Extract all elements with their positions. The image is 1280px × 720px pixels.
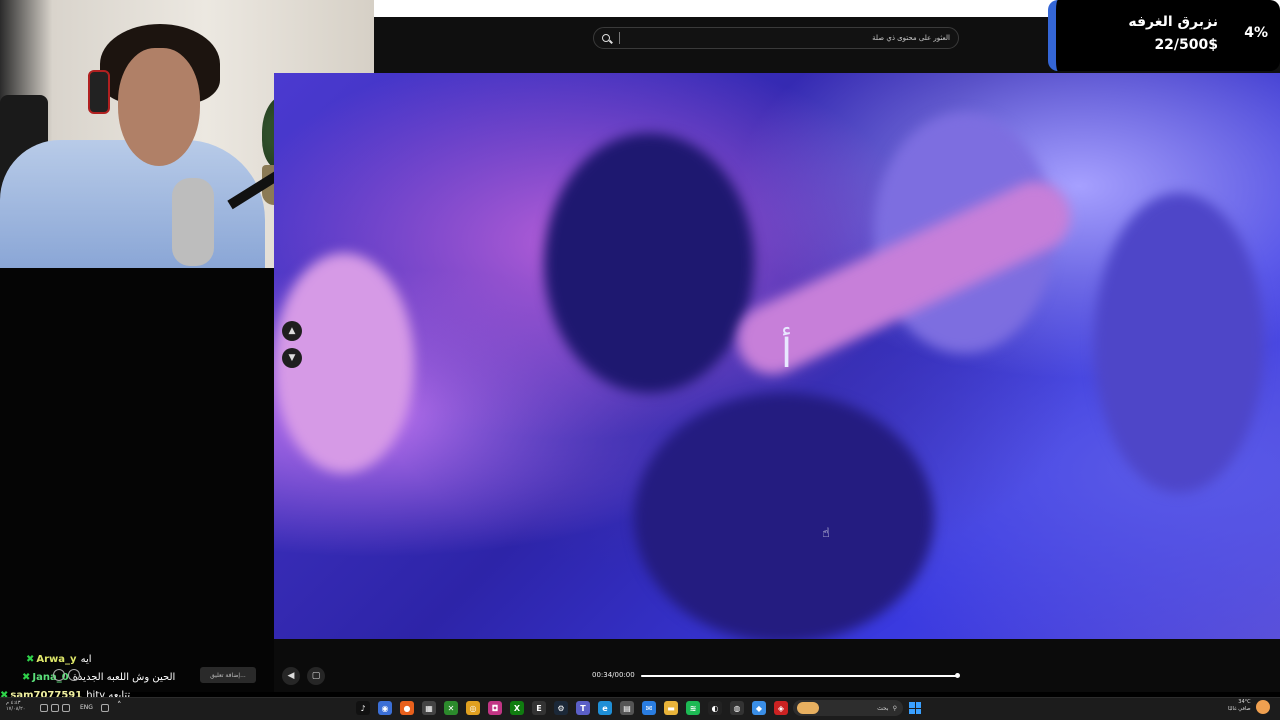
goal-title: نزبرق الغرفه [1128,14,1218,30]
tiktok-icon[interactable]: ♪ [356,701,370,715]
spotify-icon[interactable]: ≋ [686,701,700,715]
xbox-app-icon[interactable]: X [510,701,524,715]
weather-widget[interactable]: 34°C صافي غالبًا [1228,699,1251,713]
weather-desc: صافي غالبًا [1228,706,1251,712]
streamer-face [118,48,200,166]
chat-badge-icon: ✖ [26,654,35,665]
streamer-body [0,140,265,268]
seek-bar[interactable] [641,675,959,677]
video-caption: أ [781,331,793,377]
player-controls [274,639,1280,692]
volume-icon: ◀ [287,671,295,681]
goal-percent: 4% [1244,25,1268,41]
hand-cursor-icon: ☝ [822,526,830,541]
tray-chevron-icon[interactable]: ˄ [117,701,122,711]
microphone [172,178,214,266]
video-player[interactable]: أ ☝ [274,73,1280,639]
epic-icon[interactable]: E [532,701,546,715]
mention-icon[interactable] [68,669,80,681]
search-icon[interactable] [602,34,610,42]
headset [88,70,110,114]
video-figure [634,393,934,639]
windows-start-icon[interactable] [909,702,921,714]
previous-video-button[interactable]: ▲ [282,321,302,341]
taskbar-search[interactable]: بحث ⚲ [793,700,903,716]
search-input[interactable]: العثور على محتوى ذي صلة [593,27,959,49]
picture-in-picture-icon: ▢ [311,671,321,681]
github-icon[interactable]: ◐ [708,701,722,715]
taskbar [0,697,1280,720]
microphone-icon[interactable] [101,704,109,712]
edge-icon[interactable]: e [598,701,612,715]
search-highlight-icon [797,702,819,714]
chat-message: ✖ Jana_0 الحين وش اللعبه الجديدة [22,672,175,683]
language-indicator[interactable]: ENG [80,704,93,711]
video-figure [1094,193,1264,493]
emoji-icon[interactable] [53,669,65,681]
firefox-icon[interactable]: ● [400,701,414,715]
network-icon[interactable] [40,704,48,712]
xbox-icon[interactable]: ✕ [444,701,458,715]
chat-badge-icon: ✖ [22,672,31,683]
search-icon: ⚲ [892,704,897,712]
instagram-icon[interactable]: ◘ [488,701,502,715]
chevron-down-icon: ▼ [288,353,296,363]
weather-temp: 34°C [1238,699,1251,705]
teams-icon[interactable]: T [576,701,590,715]
photos-icon[interactable]: ◆ [752,701,766,715]
clock-date: ١٧/٠٨/٢٠ [6,706,26,712]
folder-icon[interactable]: ▬ [664,701,678,715]
chat-message: ✖ Arwa_y ايه [26,654,92,665]
search-placeholder: العثور على محتوى ذي صلة [872,34,950,42]
video-figure [544,133,754,393]
taskbar-search-label: بحث [877,704,889,712]
chevron-up-icon: ▲ [288,326,296,336]
donation-goal-widget: نزبرق الغرفه 22/500$ 4% [1048,0,1280,71]
chat-text: ايه [80,654,92,665]
weather-icon[interactable] [1256,700,1270,714]
next-video-button[interactable]: ▼ [282,348,302,368]
seek-bar-fill [641,675,956,677]
search-divider [619,32,620,44]
chat-text: الحين وش اللعبه الجديدة [72,672,176,683]
mail-icon[interactable]: ✉ [642,701,656,715]
store-icon[interactable]: ▤ [620,701,634,715]
browser-icon[interactable]: ◉ [378,701,392,715]
obs-icon[interactable]: ◍ [730,701,744,715]
goal-progress: 22/500$ [1154,37,1218,53]
battery-icon[interactable] [62,704,70,712]
playback-time: 00:34/00:00 [592,671,635,679]
antivirus-icon[interactable]: ◈ [774,701,788,715]
steam-icon[interactable]: ⚙ [554,701,568,715]
speaker-icon[interactable] [51,704,59,712]
seek-knob[interactable] [955,673,960,678]
pip-button[interactable]: ▢ [307,667,325,685]
clock[interactable]: ٤:٤٣ م ١٧/٠٨/٢٠ [6,700,25,712]
left-panel [0,268,274,692]
chrome-icon[interactable]: ◎ [466,701,480,715]
volume-button[interactable]: ◀ [282,667,300,685]
calculator-icon[interactable]: ▦ [422,701,436,715]
chat-input[interactable]: إضافة تعليق... [200,667,256,683]
chat-username: Arwa_y [36,654,77,665]
